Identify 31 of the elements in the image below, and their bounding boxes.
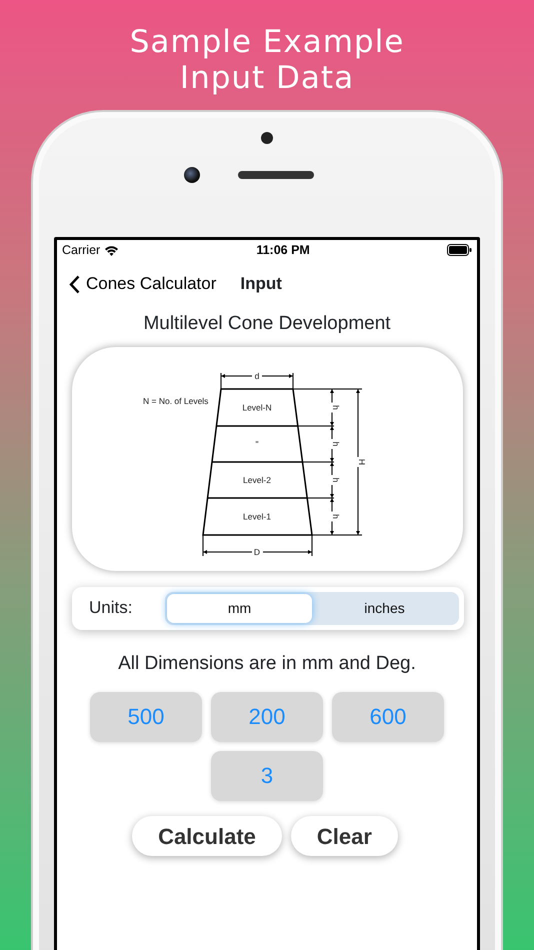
dimension-label: h bbox=[330, 404, 341, 410]
dimension-label: h bbox=[330, 477, 341, 482]
segment-option[interactable]: inches bbox=[312, 594, 457, 622]
battery-icon bbox=[447, 244, 472, 256]
camera-icon bbox=[184, 167, 200, 183]
time-text: 11:06 PM bbox=[256, 242, 310, 259]
dimension-label: D bbox=[254, 546, 260, 556]
carrier-text: Carrier bbox=[62, 242, 100, 259]
level-label: Level-1 bbox=[243, 511, 271, 521]
level-label: Level-2 bbox=[243, 474, 271, 484]
action-button[interactable]: Clear bbox=[290, 816, 398, 856]
level-label: " bbox=[255, 438, 259, 448]
sensor-icon bbox=[261, 132, 273, 144]
headline-text: Input Data bbox=[178, 60, 356, 96]
chevron-left-icon bbox=[69, 274, 80, 294]
level-label: Level-N bbox=[242, 402, 272, 412]
dimension-label: h bbox=[330, 441, 341, 446]
back-link[interactable]: Cones Calculator bbox=[69, 271, 216, 297]
diagram-note: N = No. of Levels bbox=[143, 396, 208, 406]
speaker-icon bbox=[238, 171, 314, 179]
page-title: Multilevel Cone Development bbox=[142, 312, 392, 336]
dimension-label: H bbox=[356, 458, 367, 465]
wifi-icon bbox=[104, 244, 120, 256]
dimension-label: h bbox=[330, 514, 341, 518]
nav-title: Input bbox=[240, 273, 282, 296]
units-label: Units: bbox=[89, 597, 134, 620]
segment-option[interactable]: mm bbox=[167, 594, 312, 622]
headline-text: Sample Example bbox=[128, 24, 406, 60]
action-button[interactable]: Calculate bbox=[132, 816, 282, 856]
dimensions-note: All Dimensions are in mm and Deg. bbox=[117, 652, 417, 676]
dimension-label: d bbox=[254, 370, 260, 380]
